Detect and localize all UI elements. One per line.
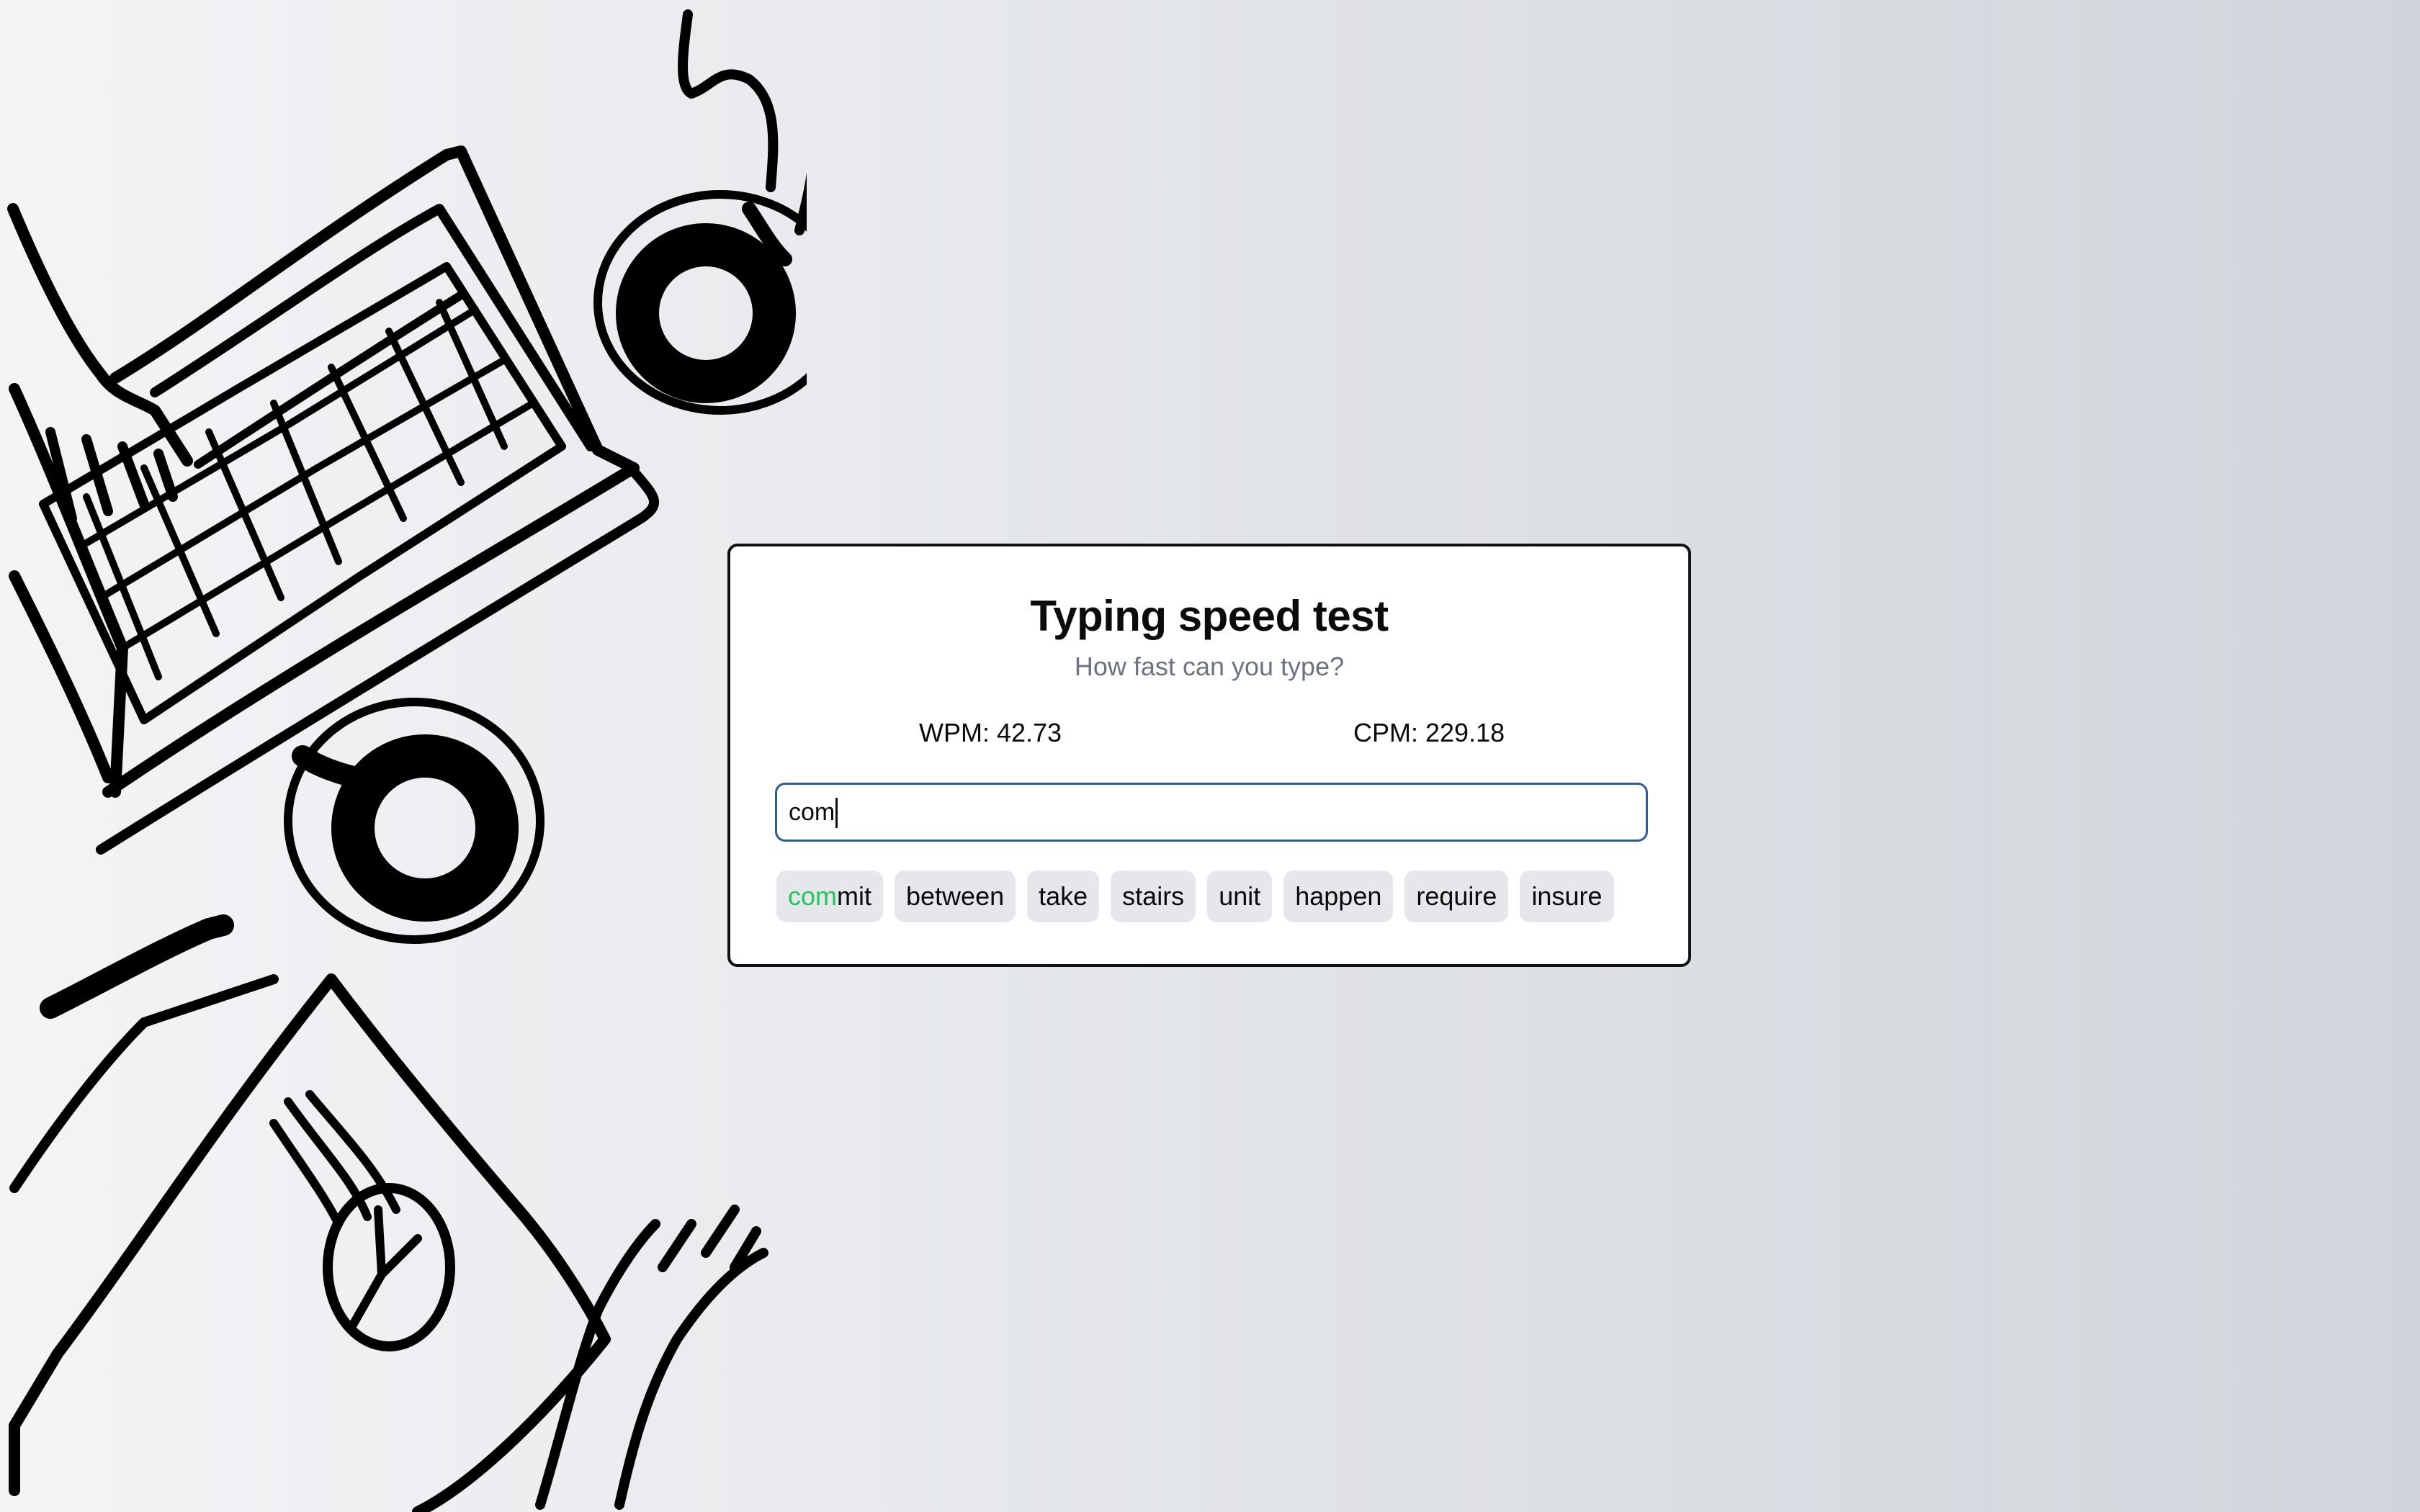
wpm-stat: WPM: 42.73 [919,718,1062,747]
typing-input[interactable] [777,785,1646,840]
page-title: Typing speed test [1030,592,1389,640]
word-chip: unit [1207,870,1273,922]
word-chip-current: com mit [776,870,884,922]
word-list: com mit between take stairs unit happen r… [776,870,1614,922]
word-chip: stairs [1111,870,1196,922]
desk-illustration [7,9,807,1512]
word-chip: insure [1520,870,1614,922]
laptop-icon [9,145,660,855]
typed-portion: com [788,881,838,911]
pen-icon [40,914,234,1019]
text-caret [835,798,838,828]
coffee-cup-icon [284,698,544,944]
page-subtitle: How fast can you type? [1074,652,1345,681]
word-chip: happen [1283,870,1394,922]
word-chip: require [1404,870,1509,922]
arm-sketch [7,203,193,467]
cpm-stat: CPM: 229.18 [1353,718,1505,747]
typing-input-container[interactable] [775,783,1648,842]
remaining-portion: mit [837,881,872,911]
typing-test-card: Typing speed test How fast can you type?… [727,544,1691,967]
word-chip: take [1027,870,1100,922]
coffee-cup-icon [593,190,807,415]
document-icon [9,973,611,1512]
hand-sketch [535,1205,768,1510]
word-chip: between [895,870,1016,922]
